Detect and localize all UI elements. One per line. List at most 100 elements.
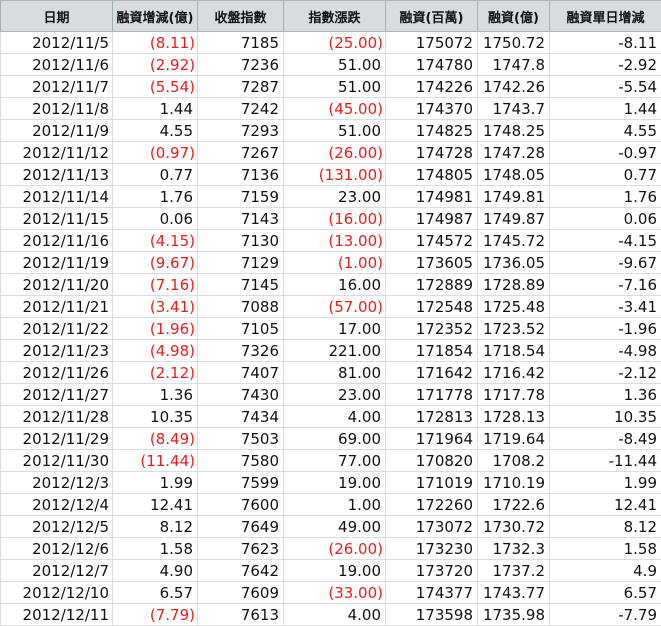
close-index-cell[interactable]: 7609	[198, 582, 284, 604]
index-change-cell[interactable]: (16.00)	[284, 208, 386, 230]
daily-change-cell[interactable]: -9.67	[550, 252, 661, 274]
daily-change-cell[interactable]: 1.76	[550, 186, 661, 208]
daily-change-cell[interactable]: -5.54	[550, 76, 661, 98]
date-cell[interactable]: 2012/11/6	[1, 54, 113, 76]
close-index-cell[interactable]: 7242	[198, 98, 284, 120]
margin-change-cell[interactable]: 1.58	[113, 538, 198, 560]
close-index-cell[interactable]: 7580	[198, 450, 284, 472]
daily-change-cell[interactable]: 8.12	[550, 516, 661, 538]
margin-million-cell[interactable]: 174805	[386, 164, 478, 186]
margin-million-cell[interactable]: 174987	[386, 208, 478, 230]
margin-change-cell[interactable]: (8.49)	[113, 428, 198, 450]
margin-yi-cell[interactable]: 1717.78	[478, 384, 550, 406]
daily-change-cell[interactable]: -0.97	[550, 142, 661, 164]
index-change-cell[interactable]: 17.00	[284, 318, 386, 340]
margin-change-cell[interactable]: (7.79)	[113, 604, 198, 626]
margin-million-cell[interactable]: 171019	[386, 472, 478, 494]
close-index-cell[interactable]: 7293	[198, 120, 284, 142]
margin-change-cell[interactable]: 10.35	[113, 406, 198, 428]
header-index-change[interactable]: 指數漲跌	[284, 1, 386, 32]
margin-million-cell[interactable]: 171964	[386, 428, 478, 450]
margin-yi-cell[interactable]: 1747.8	[478, 54, 550, 76]
daily-change-cell[interactable]: -3.41	[550, 296, 661, 318]
daily-change-cell[interactable]: 1.99	[550, 472, 661, 494]
margin-yi-cell[interactable]: 1710.19	[478, 472, 550, 494]
daily-change-cell[interactable]: 12.41	[550, 494, 661, 516]
date-cell[interactable]: 2012/11/5	[1, 32, 113, 54]
header-date[interactable]: 日期	[1, 1, 113, 32]
close-index-cell[interactable]: 7185	[198, 32, 284, 54]
close-index-cell[interactable]: 7105	[198, 318, 284, 340]
margin-million-cell[interactable]: 174780	[386, 54, 478, 76]
margin-yi-cell[interactable]: 1723.52	[478, 318, 550, 340]
daily-change-cell[interactable]: -4.98	[550, 340, 661, 362]
index-change-cell[interactable]: 23.00	[284, 186, 386, 208]
daily-change-cell[interactable]: 0.06	[550, 208, 661, 230]
margin-yi-cell[interactable]: 1736.05	[478, 252, 550, 274]
margin-million-cell[interactable]: 173230	[386, 538, 478, 560]
date-cell[interactable]: 2012/11/15	[1, 208, 113, 230]
margin-yi-cell[interactable]: 1728.89	[478, 274, 550, 296]
index-change-cell[interactable]: (131.00)	[284, 164, 386, 186]
margin-change-cell[interactable]: (4.15)	[113, 230, 198, 252]
close-index-cell[interactable]: 7136	[198, 164, 284, 186]
daily-change-cell[interactable]: 10.35	[550, 406, 661, 428]
close-index-cell[interactable]: 7159	[198, 186, 284, 208]
margin-change-cell[interactable]: 0.77	[113, 164, 198, 186]
date-cell[interactable]: 2012/11/30	[1, 450, 113, 472]
date-cell[interactable]: 2012/11/22	[1, 318, 113, 340]
margin-million-cell[interactable]: 175072	[386, 32, 478, 54]
date-cell[interactable]: 2012/11/27	[1, 384, 113, 406]
date-cell[interactable]: 2012/11/9	[1, 120, 113, 142]
margin-million-cell[interactable]: 174572	[386, 230, 478, 252]
daily-change-cell[interactable]: 1.44	[550, 98, 661, 120]
date-cell[interactable]: 2012/11/21	[1, 296, 113, 318]
daily-change-cell[interactable]: -4.15	[550, 230, 661, 252]
close-index-cell[interactable]: 7145	[198, 274, 284, 296]
date-cell[interactable]: 2012/12/3	[1, 472, 113, 494]
margin-million-cell[interactable]: 170820	[386, 450, 478, 472]
margin-yi-cell[interactable]: 1728.13	[478, 406, 550, 428]
margin-change-cell[interactable]: 1.44	[113, 98, 198, 120]
margin-change-cell[interactable]: 4.55	[113, 120, 198, 142]
margin-yi-cell[interactable]: 1742.26	[478, 76, 550, 98]
margin-yi-cell[interactable]: 1718.54	[478, 340, 550, 362]
close-index-cell[interactable]: 7088	[198, 296, 284, 318]
daily-change-cell[interactable]: 4.9	[550, 560, 661, 582]
date-cell[interactable]: 2012/11/28	[1, 406, 113, 428]
date-cell[interactable]: 2012/11/14	[1, 186, 113, 208]
margin-change-cell[interactable]: (5.54)	[113, 76, 198, 98]
margin-change-cell[interactable]: 1.36	[113, 384, 198, 406]
margin-million-cell[interactable]: 173605	[386, 252, 478, 274]
close-index-cell[interactable]: 7130	[198, 230, 284, 252]
date-cell[interactable]: 2012/11/23	[1, 340, 113, 362]
margin-million-cell[interactable]: 172352	[386, 318, 478, 340]
margin-million-cell[interactable]: 171854	[386, 340, 478, 362]
margin-yi-cell[interactable]: 1750.72	[478, 32, 550, 54]
index-change-cell[interactable]: (26.00)	[284, 538, 386, 560]
index-change-cell[interactable]: 49.00	[284, 516, 386, 538]
margin-change-cell[interactable]: 4.90	[113, 560, 198, 582]
index-change-cell[interactable]: (45.00)	[284, 98, 386, 120]
date-cell[interactable]: 2012/11/13	[1, 164, 113, 186]
header-margin-million[interactable]: 融資(百萬)	[386, 1, 478, 32]
margin-yi-cell[interactable]: 1725.48	[478, 296, 550, 318]
margin-yi-cell[interactable]: 1745.72	[478, 230, 550, 252]
margin-yi-cell[interactable]: 1743.7	[478, 98, 550, 120]
header-margin-yi[interactable]: 融資(億)	[478, 1, 550, 32]
margin-yi-cell[interactable]: 1749.81	[478, 186, 550, 208]
date-cell[interactable]: 2012/11/20	[1, 274, 113, 296]
index-change-cell[interactable]: (57.00)	[284, 296, 386, 318]
margin-yi-cell[interactable]: 1748.25	[478, 120, 550, 142]
margin-yi-cell[interactable]: 1722.6	[478, 494, 550, 516]
margin-yi-cell[interactable]: 1732.3	[478, 538, 550, 560]
margin-yi-cell[interactable]: 1747.28	[478, 142, 550, 164]
daily-change-cell[interactable]: -11.44	[550, 450, 661, 472]
date-cell[interactable]: 2012/11/8	[1, 98, 113, 120]
close-index-cell[interactable]: 7434	[198, 406, 284, 428]
margin-yi-cell[interactable]: 1730.72	[478, 516, 550, 538]
margin-million-cell[interactable]: 172813	[386, 406, 478, 428]
daily-change-cell[interactable]: -7.79	[550, 604, 661, 626]
date-cell[interactable]: 2012/12/4	[1, 494, 113, 516]
date-cell[interactable]: 2012/12/7	[1, 560, 113, 582]
